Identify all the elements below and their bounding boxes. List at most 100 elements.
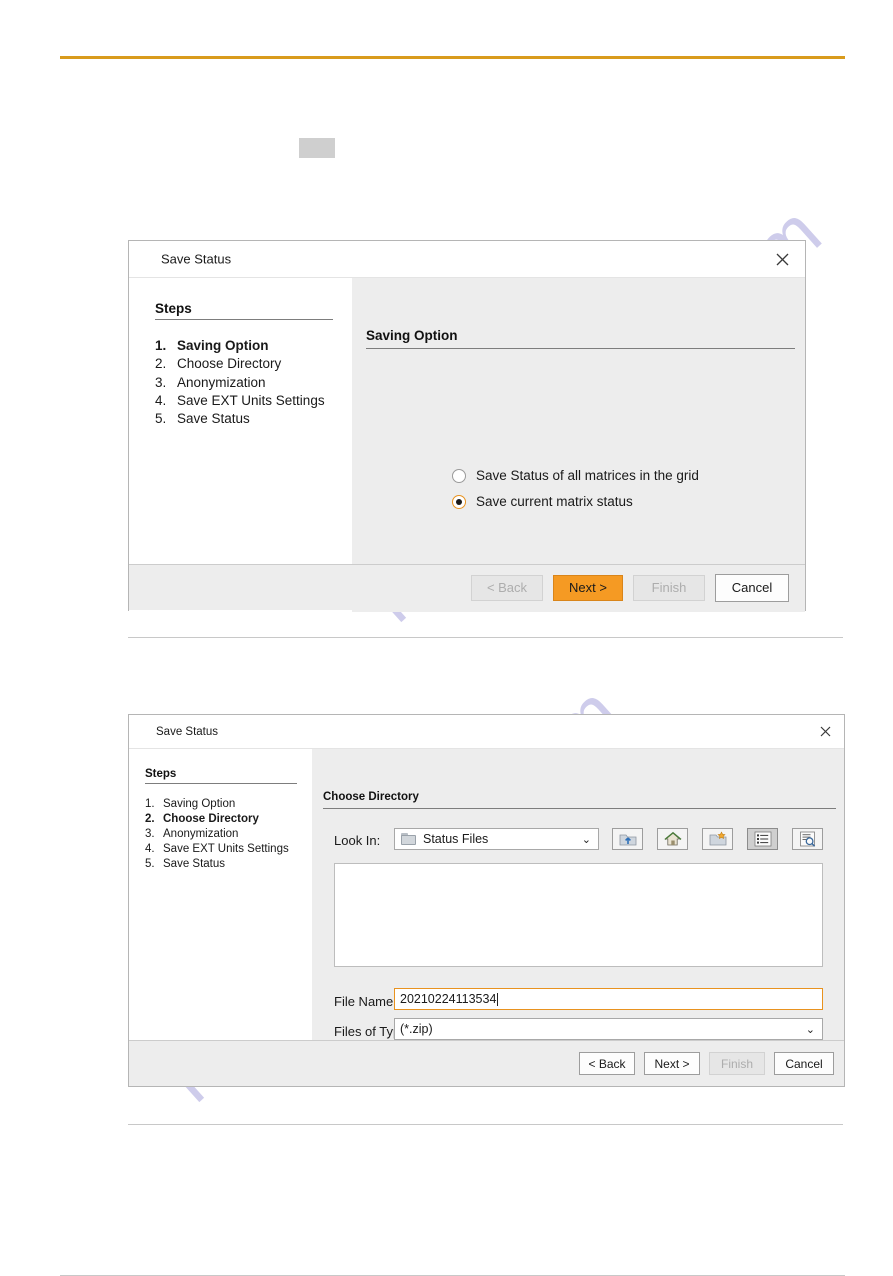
- dialog-body: Steps 1. Saving Option 2. Choose Directo…: [129, 278, 805, 612]
- step-number: 4.: [155, 392, 167, 408]
- step-number: 3.: [145, 828, 155, 840]
- details-view-icon[interactable]: [792, 828, 823, 850]
- cancel-button-label: Cancel: [731, 580, 773, 595]
- step-label: Save Status: [177, 411, 250, 427]
- step-number: 2.: [155, 356, 167, 372]
- files-of-type-value: (*.zip): [400, 1022, 433, 1036]
- step-number: 2.: [145, 813, 155, 825]
- finish-button: Finish: [633, 574, 705, 601]
- files-of-type-combobox[interactable]: (*.zip) ⌄: [394, 1018, 823, 1040]
- finish-button-label: Finish: [720, 1056, 753, 1071]
- radio-indicator[interactable]: [452, 468, 466, 483]
- dialog-footer: < Back Next > Finish Cancel: [129, 1040, 844, 1086]
- steps-header: Steps: [155, 301, 333, 320]
- text-cursor: [497, 992, 499, 1006]
- radio-label: Save current matrix status: [476, 494, 633, 509]
- cancel-button[interactable]: Cancel: [774, 1052, 834, 1075]
- finish-button-label: Finish: [651, 580, 687, 595]
- step-label: Saving Option: [177, 338, 269, 353]
- next-button[interactable]: Next >: [644, 1052, 700, 1075]
- up-one-level-icon[interactable]: [612, 828, 643, 850]
- page-top-rule: [60, 56, 845, 59]
- cancel-button-label: Cancel: [785, 1056, 823, 1071]
- file-name-value: 20210224113534: [400, 992, 497, 1006]
- file-name-label-text: File Name:: [334, 994, 397, 1009]
- back-button: < Back: [471, 574, 543, 601]
- next-button-label: Next >: [654, 1056, 690, 1071]
- look-in-value: Status Files: [423, 832, 489, 846]
- look-in-label: Look In:: [334, 833, 380, 848]
- content-header-rule: [323, 808, 836, 809]
- save-status-dialog-step1: Save Status Steps 1. Saving Option 2. Ch…: [128, 240, 806, 612]
- step-item-3[interactable]: 3. Anonymization: [155, 374, 352, 392]
- radio-option-current-matrix[interactable]: Save current matrix status: [452, 494, 633, 509]
- save-status-dialog-step2: Save Status Steps 1. Saving Option 2. Ch…: [128, 714, 845, 1087]
- step-number: 1.: [155, 338, 167, 353]
- step-number: 5.: [145, 858, 155, 870]
- back-button-label: < Back: [486, 580, 528, 595]
- chevron-down-icon: ⌄: [581, 833, 591, 846]
- content-panel: Choose Directory Look In: Status Files ⌄: [312, 749, 844, 1043]
- step-label: Save EXT Units Settings: [163, 843, 289, 855]
- dialog-footer: < Back Next > Finish Cancel: [129, 564, 805, 610]
- step-item-2[interactable]: 2. Choose Directory: [155, 355, 352, 373]
- step-number: 3.: [155, 374, 167, 390]
- next-button[interactable]: Next >: [553, 574, 623, 601]
- placeholder-box: [299, 138, 335, 158]
- close-icon[interactable]: [814, 721, 836, 743]
- step-label: Choose Directory: [177, 356, 282, 372]
- step-number: 1.: [145, 798, 155, 810]
- steps-header: Steps: [145, 768, 297, 784]
- radio-label: Save Status of all matrices in the grid: [476, 468, 699, 483]
- next-button-label: Next >: [569, 580, 607, 595]
- look-in-label-text: Look In:: [334, 833, 381, 848]
- section-separator-lower: [128, 1124, 843, 1125]
- file-name-label: File Name:: [334, 994, 397, 1009]
- step-label: Anonymization: [163, 828, 239, 840]
- new-folder-icon[interactable]: [702, 828, 733, 850]
- step-item-4[interactable]: 4. Save EXT Units Settings: [155, 392, 352, 410]
- step-item-5[interactable]: 5. Save Status: [145, 857, 312, 872]
- content-header: Choose Directory: [323, 791, 419, 803]
- folder-icon: [401, 833, 416, 845]
- content-header-rule: [366, 348, 795, 349]
- cancel-button[interactable]: Cancel: [715, 573, 789, 602]
- steps-list: 1. Saving Option 2. Choose Directory 3. …: [145, 797, 312, 872]
- step-label: Choose Directory: [163, 813, 259, 825]
- radio-option-all-matrices[interactable]: Save Status of all matrices in the grid: [452, 468, 699, 483]
- step-item-1[interactable]: 1. Saving Option: [155, 337, 352, 355]
- close-icon[interactable]: [769, 246, 795, 272]
- dialog-body: Steps 1. Saving Option 2. Choose Directo…: [129, 749, 844, 1043]
- steps-panel: Steps 1. Saving Option 2. Choose Directo…: [129, 749, 312, 1043]
- step-label: Saving Option: [163, 798, 236, 810]
- content-panel: Saving Option Save Status of all matrice…: [352, 278, 805, 612]
- look-in-combobox[interactable]: Status Files ⌄: [394, 828, 599, 850]
- step-number: 5.: [155, 411, 167, 427]
- radio-indicator[interactable]: [452, 494, 466, 509]
- step-label: Anonymization: [177, 374, 266, 390]
- steps-panel: Steps 1. Saving Option 2. Choose Directo…: [129, 278, 352, 612]
- content-header: Saving Option: [366, 328, 458, 343]
- finish-button: Finish: [709, 1052, 765, 1075]
- list-view-icon[interactable]: [747, 828, 778, 850]
- dialog-titlebar: Save Status: [129, 715, 844, 749]
- step-item-1[interactable]: 1. Saving Option: [145, 797, 312, 812]
- dialog-title: Save Status: [156, 725, 219, 738]
- dialog-titlebar: Save Status: [129, 241, 805, 278]
- chevron-down-icon: ⌄: [805, 1023, 815, 1036]
- home-icon[interactable]: [657, 828, 688, 850]
- file-list[interactable]: [334, 863, 823, 967]
- step-item-3[interactable]: 3. Anonymization: [145, 827, 312, 842]
- dialog-title: Save Status: [161, 251, 232, 267]
- step-label: Save EXT Units Settings: [177, 392, 325, 408]
- section-separator-middle: [128, 637, 843, 638]
- step-item-5[interactable]: 5. Save Status: [155, 410, 352, 428]
- back-button-label: < Back: [588, 1056, 626, 1071]
- step-label: Save Status: [163, 858, 226, 870]
- step-item-4[interactable]: 4. Save EXT Units Settings: [145, 842, 312, 857]
- file-name-input[interactable]: 20210224113534: [394, 988, 823, 1010]
- step-item-2[interactable]: 2. Choose Directory: [145, 812, 312, 827]
- back-button[interactable]: < Back: [579, 1052, 635, 1075]
- step-number: 4.: [145, 843, 155, 855]
- steps-list: 1. Saving Option 2. Choose Directory 3. …: [155, 337, 352, 428]
